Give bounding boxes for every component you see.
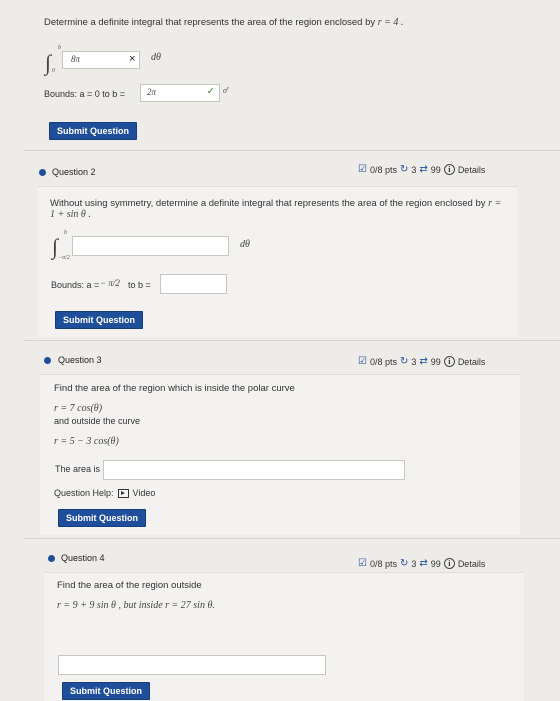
q2-score-icon: ☑ bbox=[358, 164, 367, 175]
q3-curve2: r = 5 − 3 cos(θ) bbox=[54, 436, 119, 447]
q3-submit-button[interactable]: Submit Question bbox=[58, 509, 146, 527]
q3-help-row: Question Help: Video bbox=[54, 488, 155, 498]
q2-score: 0/8 pts bbox=[369, 164, 397, 175]
q4-submit-button[interactable]: Submit Question bbox=[62, 682, 150, 700]
q4-retries: 3 bbox=[411, 558, 417, 569]
q4-score: 0/8 pts bbox=[369, 558, 397, 569]
q3-meta: ☑ 0/8 pts ↻ 3 ⇄ 99 i Details bbox=[358, 356, 485, 367]
q2-prompt: Without using symmetry, determine a defi… bbox=[50, 198, 502, 220]
q3-details-link[interactable]: Details bbox=[458, 357, 486, 367]
q2-submit-button[interactable]: Submit Question bbox=[55, 311, 143, 329]
info-icon[interactable]: i bbox=[443, 164, 455, 175]
q1-bounds-label: Bounds: a = 0 to b = bbox=[44, 89, 126, 99]
q2-lower-limit: −π/2 bbox=[58, 255, 70, 261]
preview-icon[interactable]: σe bbox=[223, 86, 229, 95]
q3-video-link[interactable]: Video bbox=[133, 488, 156, 498]
check-icon: ✓ bbox=[206, 86, 215, 97]
q3-area-label: The area is bbox=[55, 464, 101, 474]
q1-integral-sign: ∫ bbox=[45, 50, 52, 75]
q2-meta: ☑ 0/8 pts ↻ 3 ⇄ 99 i Details bbox=[358, 164, 485, 175]
q1-upper-bound-input[interactable]: 2π ✓ bbox=[140, 84, 220, 102]
q4-bullet-icon bbox=[48, 555, 55, 562]
q2-bounds-label: Bounds: a = bbox=[51, 280, 100, 290]
q2-prompt-text: Without using symmetry, determine a defi… bbox=[50, 198, 486, 209]
q1-upper-bound-value: 2π bbox=[147, 87, 157, 97]
q4-title: Question 4 bbox=[61, 553, 105, 563]
q2-attempts: 99 bbox=[430, 164, 441, 175]
q3-title: Question 3 bbox=[58, 355, 102, 365]
q1-prompt-text: Determine a definite integral that repre… bbox=[44, 17, 376, 28]
q4-curve: r = 9 + 9 sin θ , but inside r = 27 sin … bbox=[57, 600, 215, 611]
video-icon[interactable] bbox=[117, 488, 129, 498]
q4-answer-input[interactable] bbox=[58, 655, 326, 675]
q4-meta: ☑ 0/8 pts ↻ 3 ⇄ 99 i Details bbox=[358, 558, 485, 569]
q3-help-label: Question Help: bbox=[54, 488, 114, 498]
q4-attempts-icon: ⇄ bbox=[419, 558, 428, 569]
q3-area-input[interactable] bbox=[103, 460, 405, 480]
q2-bullet-icon bbox=[39, 169, 46, 176]
q1-lower-limit: 0 bbox=[52, 68, 55, 74]
info-icon[interactable]: i bbox=[443, 356, 455, 367]
q4-attempts: 99 bbox=[430, 558, 441, 569]
q3-score: 0/8 pts bbox=[369, 356, 397, 367]
q3-attempts: 99 bbox=[430, 356, 441, 367]
q2-integrand-input[interactable] bbox=[72, 236, 229, 256]
q1-submit-button[interactable]: Submit Question bbox=[49, 122, 137, 140]
clear-icon[interactable]: × bbox=[129, 53, 135, 65]
q1-prompt: Determine a definite integral that repre… bbox=[44, 17, 464, 28]
q3-bullet-icon bbox=[44, 357, 51, 364]
q4-prompt: Find the area of the region outside bbox=[57, 580, 202, 591]
q3-score-icon: ☑ bbox=[358, 356, 367, 367]
q3-retry-icon: ↻ bbox=[400, 356, 409, 367]
q3-and-outside: and outside the curve bbox=[54, 416, 141, 426]
q1-upper-limit: b bbox=[58, 45, 61, 51]
q2-upper-limit: b bbox=[64, 230, 67, 236]
q1-integrand-value: 8π bbox=[71, 54, 81, 64]
q4-details-link[interactable]: Details bbox=[458, 559, 486, 569]
q3-curve1: r = 7 cos(θ) bbox=[54, 403, 103, 414]
q4-retry-icon: ↻ bbox=[400, 558, 409, 569]
info-icon[interactable]: i bbox=[443, 558, 455, 569]
q4-score-icon: ☑ bbox=[358, 558, 367, 569]
q3-prompt: Find the area of the region which is ins… bbox=[54, 383, 295, 394]
q2-differential: dθ bbox=[240, 239, 250, 250]
q2-upper-bound-input[interactable] bbox=[160, 274, 227, 294]
q3-retries: 3 bbox=[411, 356, 417, 367]
q1-differential: dθ bbox=[151, 52, 161, 63]
q2-retries: 3 bbox=[411, 164, 417, 175]
q2-details-link[interactable]: Details bbox=[458, 165, 486, 175]
q2-to-b: to b = bbox=[128, 280, 151, 290]
q2-title: Question 2 bbox=[52, 167, 96, 177]
q1-curve: r = 4 . bbox=[377, 17, 404, 28]
q3-attempts-icon: ⇄ bbox=[419, 356, 428, 367]
divider bbox=[24, 340, 560, 341]
divider bbox=[24, 538, 560, 539]
q2-attempts-icon: ⇄ bbox=[419, 164, 428, 175]
divider bbox=[24, 150, 560, 151]
q2-retry-icon: ↻ bbox=[400, 164, 409, 175]
q2-bounds-value: − π/2 bbox=[100, 278, 120, 288]
